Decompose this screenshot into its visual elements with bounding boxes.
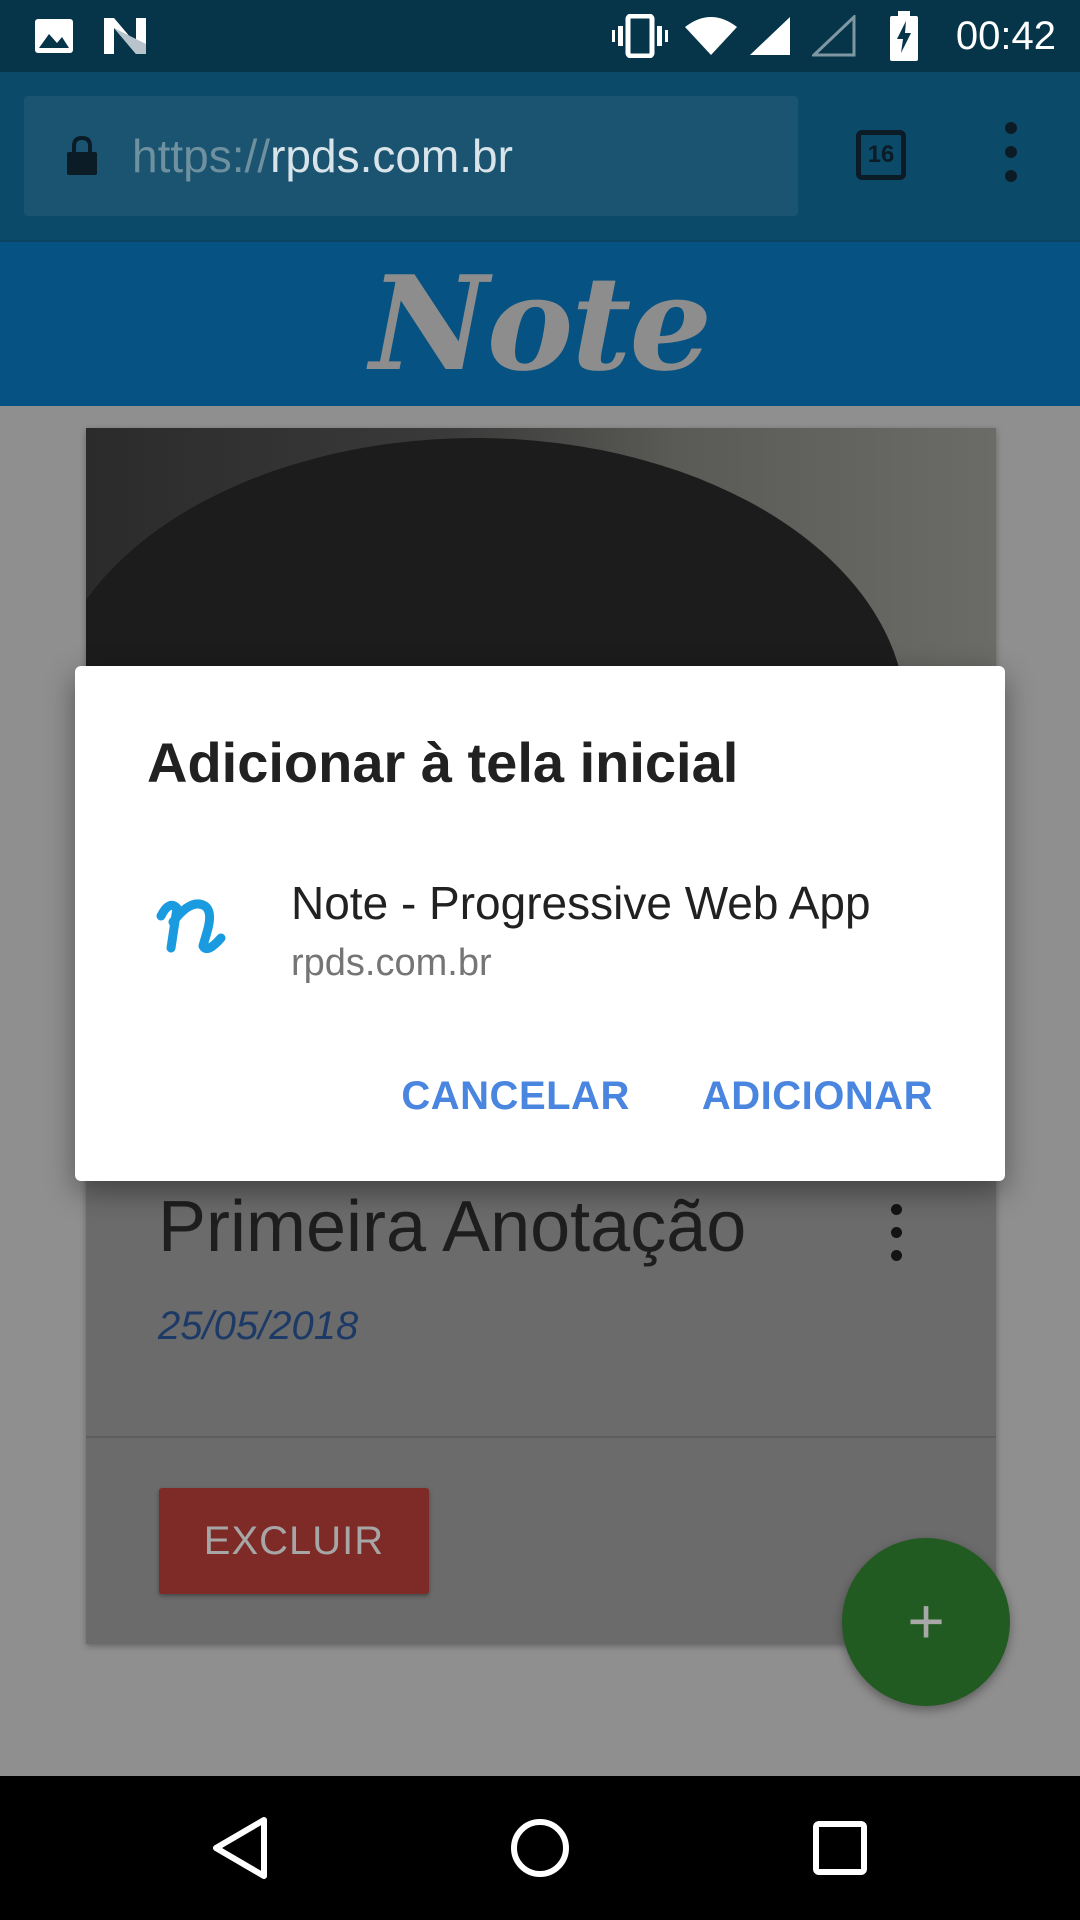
tab-switcher-button[interactable]: 16 xyxy=(856,130,906,180)
app-icon xyxy=(155,876,235,976)
url-bar[interactable]: https://rpds.com.br xyxy=(24,96,798,216)
add-button[interactable]: ADICIONAR xyxy=(702,1074,933,1119)
lock-icon xyxy=(66,135,98,181)
cancel-button[interactable]: CANCELAR xyxy=(401,1074,629,1119)
add-to-home-dialog: Adicionar à tela inicial Note - Progress… xyxy=(75,666,1005,1181)
dialog-title: Adicionar à tela inicial xyxy=(147,731,739,794)
app-logo: Note xyxy=(369,247,712,400)
signal-icon xyxy=(748,0,792,72)
note-image xyxy=(86,428,996,688)
app-header: Note xyxy=(0,242,1080,406)
delete-button[interactable]: EXCLUIR xyxy=(159,1488,429,1594)
back-icon[interactable] xyxy=(206,1812,278,1884)
status-bar: 00:42 xyxy=(0,0,1080,72)
url-host: rpds.com.br xyxy=(270,130,513,182)
note-title: Primeira Anotação xyxy=(158,1187,747,1267)
browser-toolbar: https://rpds.com.br 16 xyxy=(0,72,1080,242)
more-vert-icon[interactable] xyxy=(990,122,1032,190)
note-menu-icon[interactable] xyxy=(876,1204,916,1274)
status-clock: 00:42 xyxy=(955,14,1056,58)
vibrate-icon xyxy=(612,0,668,72)
battery-charging-icon xyxy=(890,0,918,72)
app-origin: rpds.com.br xyxy=(291,942,492,984)
add-note-button[interactable]: + xyxy=(842,1538,1010,1706)
url-text: https://rpds.com.br xyxy=(132,96,513,216)
system-nav-bar xyxy=(0,1776,1080,1920)
dialog-actions: CANCELAR ADICIONAR xyxy=(401,1074,933,1119)
wifi-icon xyxy=(684,0,738,72)
no-signal-icon xyxy=(812,0,856,72)
recents-icon[interactable] xyxy=(804,1812,876,1884)
url-scheme: https:// xyxy=(132,130,271,182)
n-notification-icon xyxy=(102,0,148,72)
image-icon xyxy=(34,0,74,72)
divider xyxy=(86,1436,996,1438)
note-date: 25/05/2018 xyxy=(158,1304,359,1348)
home-icon[interactable] xyxy=(504,1812,576,1884)
app-name: Note - Progressive Web App xyxy=(291,877,871,929)
